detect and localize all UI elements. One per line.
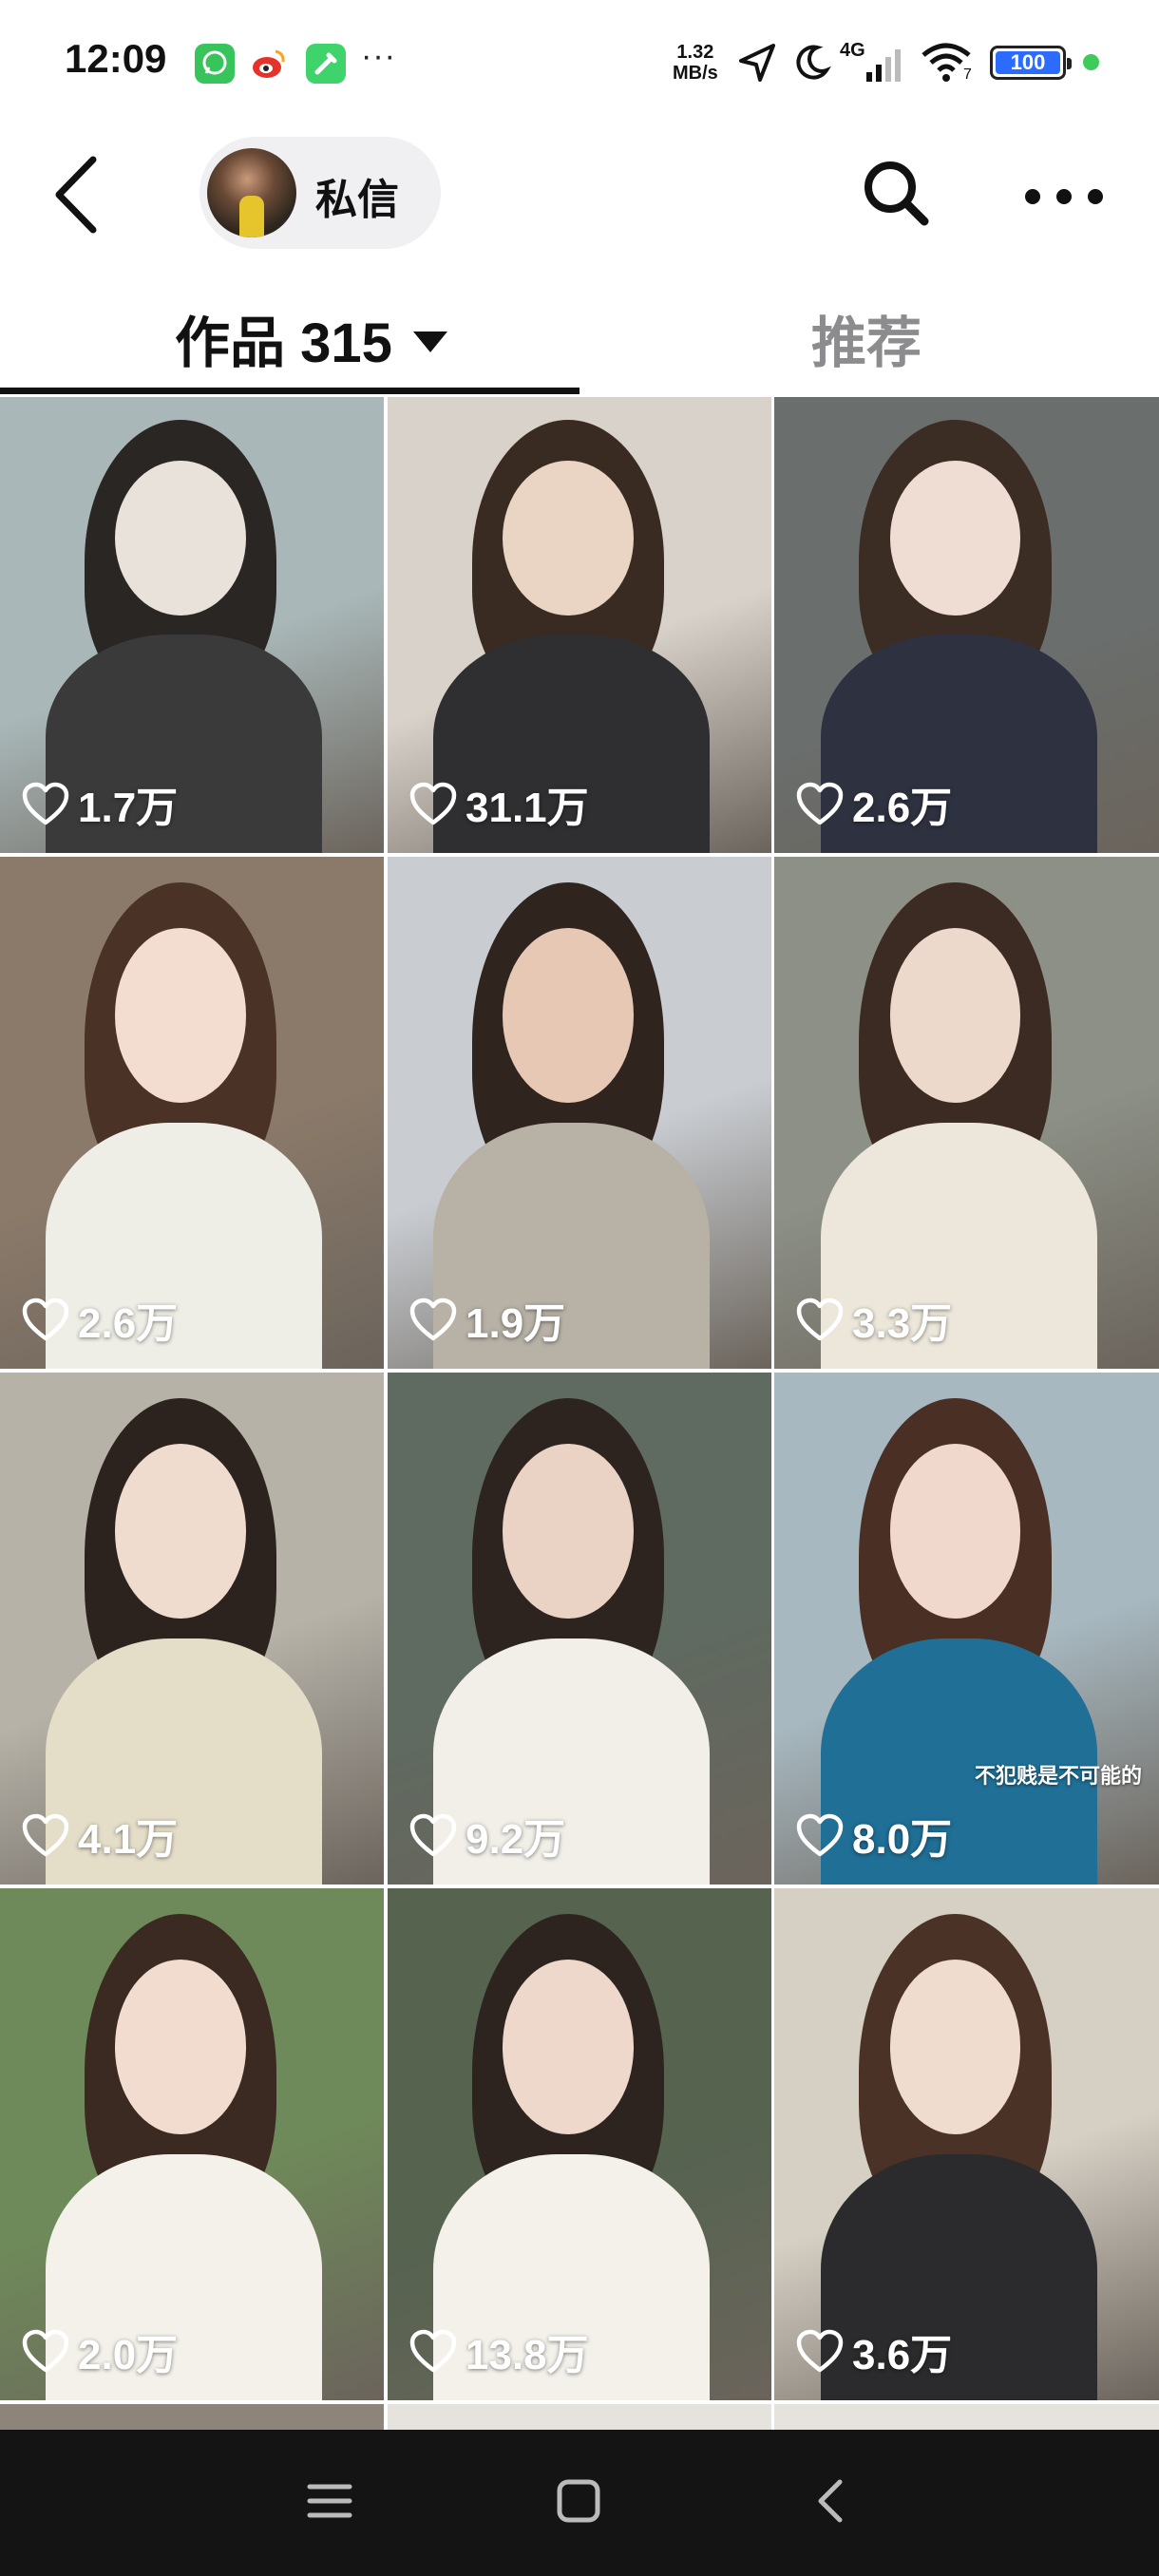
tab-recommend[interactable]: 推荐 — [811, 298, 922, 378]
like-count-text: 31.1万 — [466, 785, 589, 831]
private-message-label: 私信 — [315, 177, 399, 223]
privacy-indicator-dot — [1083, 54, 1099, 70]
status-bar: 12:09 ··· 1.32 MB/s 4G 7 100 — [0, 0, 1159, 128]
whatsapp-icon — [195, 44, 235, 84]
like-count-text: 3.3万 — [852, 1300, 953, 1347]
video-thumbnail[interactable]: 8.0万 不犯贱是不可能的 — [774, 1373, 1159, 1885]
video-thumbnail[interactable]: 2.0万 — [0, 1888, 384, 2400]
heart-icon — [409, 782, 457, 825]
like-count-text: 2.6万 — [78, 1300, 179, 1347]
heart-icon — [796, 1297, 844, 1341]
menu-icon[interactable] — [306, 2477, 353, 2525]
back-icon[interactable] — [48, 152, 104, 237]
like-count: 2.6万 — [21, 1289, 178, 1350]
like-count: 31.1万 — [408, 773, 589, 834]
location-icon — [739, 44, 775, 82]
like-count: 1.7万 — [21, 773, 178, 834]
wifi-badge: 7 — [963, 66, 972, 83]
caret-down-icon[interactable] — [412, 331, 447, 352]
like-count-text: 1.7万 — [78, 785, 179, 831]
home-icon[interactable] — [555, 2477, 602, 2525]
heart-icon — [409, 2329, 457, 2373]
like-count: 3.6万 — [795, 2320, 952, 2381]
heart-icon — [796, 782, 844, 825]
status-time: 12:09 — [65, 36, 167, 81]
heart-icon — [22, 1813, 69, 1857]
like-count: 13.8万 — [408, 2320, 589, 2381]
video-thumbnail[interactable]: 13.8万 — [388, 1888, 771, 2400]
heart-icon — [409, 1813, 457, 1857]
tab-works-count: 315 — [300, 313, 392, 374]
network-speed: 1.32 MB/s — [673, 42, 718, 84]
active-tab-indicator — [0, 388, 580, 394]
heart-icon — [409, 1297, 457, 1341]
more-icon[interactable] — [1021, 185, 1107, 208]
like-count-text: 1.9万 — [466, 1300, 566, 1347]
like-count-text: 9.2万 — [466, 1816, 566, 1863]
private-message-button[interactable]: 私信 — [200, 137, 441, 249]
heart-icon — [22, 782, 69, 825]
moon-icon — [796, 45, 831, 80]
video-thumbnail-partial[interactable] — [774, 2404, 1159, 2430]
video-thumbnail[interactable]: 1.7万 — [0, 397, 384, 853]
status-overflow: ··· — [361, 38, 396, 74]
heart-icon — [796, 1813, 844, 1857]
like-count-text: 2.6万 — [852, 785, 953, 831]
video-thumbnail[interactable]: 3.3万 — [774, 857, 1159, 1369]
like-count: 9.2万 — [408, 1805, 565, 1866]
video-caption: 不犯贱是不可能的 — [974, 1764, 1142, 1788]
like-count: 1.9万 — [408, 1289, 565, 1350]
like-count-text: 13.8万 — [466, 2332, 589, 2378]
avatar — [207, 148, 296, 237]
system-nav-bar — [0, 2430, 1159, 2576]
like-count-text: 8.0万 — [852, 1816, 953, 1863]
video-thumbnail-partial[interactable] — [0, 2404, 384, 2430]
like-count-text: 3.6万 — [852, 2332, 953, 2378]
weibo-icon — [249, 44, 289, 84]
signal-icon — [866, 49, 901, 82]
like-count: 8.0万 — [795, 1805, 952, 1866]
video-thumbnail[interactable]: 1.9万 — [388, 857, 771, 1369]
video-thumbnail[interactable]: 31.1万 — [388, 397, 771, 853]
search-icon[interactable] — [860, 157, 932, 229]
tab-works[interactable]: 作品 315 — [175, 298, 447, 378]
video-thumbnail[interactable]: 3.6万 — [774, 1888, 1159, 2400]
battery-level: 100 — [996, 51, 1060, 74]
video-thumbnail[interactable]: 2.6万 — [0, 857, 384, 1369]
video-thumbnail[interactable]: 4.1万 — [0, 1373, 384, 1885]
like-count-text: 2.0万 — [78, 2332, 179, 2378]
like-count: 2.0万 — [21, 2320, 178, 2381]
video-thumbnail[interactable]: 9.2万 — [388, 1373, 771, 1885]
like-count: 2.6万 — [795, 773, 952, 834]
toolbox-icon — [306, 44, 346, 84]
video-thumbnail-partial[interactable] — [388, 2404, 771, 2430]
back-nav-icon[interactable] — [808, 2477, 855, 2525]
video-thumbnail[interactable]: 2.6万 — [774, 397, 1159, 853]
like-count: 3.3万 — [795, 1289, 952, 1350]
heart-icon — [22, 2329, 69, 2373]
heart-icon — [22, 1297, 69, 1341]
battery-icon: 100 — [990, 46, 1072, 80]
speed-unit: MB/s — [673, 63, 718, 84]
speed-value: 1.32 — [676, 42, 714, 63]
like-count-text: 4.1万 — [78, 1816, 179, 1863]
like-count: 4.1万 — [21, 1805, 178, 1866]
heart-icon — [796, 2329, 844, 2373]
tab-works-label: 作品 — [175, 313, 286, 374]
